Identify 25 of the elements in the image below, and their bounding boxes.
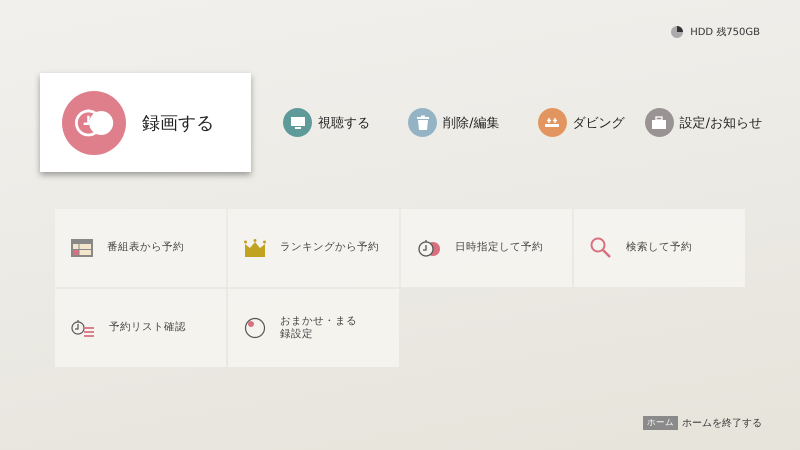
menu-item[interactable]: 設定/お知らせ	[644, 102, 762, 142]
menu-tile[interactable]: 予約リスト確認	[55, 289, 226, 367]
toolbox-icon	[651, 114, 668, 130]
monitor-icon	[290, 114, 306, 130]
crown-icon	[244, 239, 266, 257]
footer-hint: ホームを終了する	[682, 417, 762, 430]
menu-tile[interactable]: おまかせ・まる録設定	[228, 289, 399, 367]
search-icon	[590, 237, 612, 259]
menu-item[interactable]: 録画する	[40, 73, 251, 172]
reservation-list-icon	[71, 319, 95, 337]
record-dot-icon	[244, 317, 266, 339]
menu-tile[interactable]: 検索して予約	[574, 209, 745, 287]
storage-remaining: HDD 残750GB	[690, 26, 760, 39]
menu-tile[interactable]: 番組表から予約	[55, 209, 226, 287]
home-key-label: ホーム	[643, 416, 678, 430]
menu-tile[interactable]: 日時指定して予約	[401, 209, 572, 287]
menu-item[interactable]: 視聴する	[283, 102, 370, 142]
program-guide-icon	[71, 239, 93, 257]
menu-tile[interactable]: ランキングから予約	[228, 209, 399, 287]
trash-icon	[414, 114, 431, 130]
storage-pie-icon	[670, 25, 684, 39]
timer-icon	[417, 239, 441, 257]
menu-item[interactable]: 削除/編集	[408, 102, 500, 142]
menu-item[interactable]: ダビング	[538, 102, 624, 142]
timer-icon	[74, 106, 114, 138]
